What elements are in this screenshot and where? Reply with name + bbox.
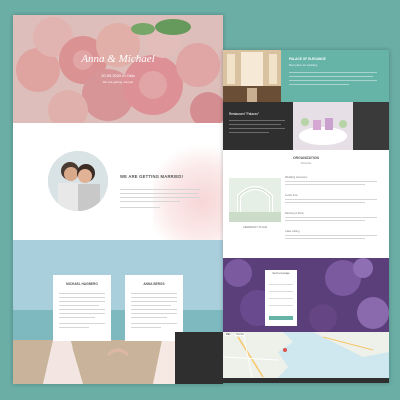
profile-text-line: [59, 323, 105, 325]
profile-text-line: [131, 305, 171, 307]
intro-text-line: [120, 197, 200, 199]
lilac-photo: [223, 258, 389, 332]
couple-names: Anna & Michael: [81, 53, 155, 65]
hero-section: Anna & Michael 20.09.2020 in Oslo We are…: [13, 15, 223, 123]
restaurant-text-line: [229, 120, 285, 122]
venue-subtitle: Best place for wedding: [289, 63, 318, 67]
schedule-text-line: [285, 235, 377, 237]
roses-image: [13, 15, 223, 123]
schedule-text-line: [285, 181, 377, 183]
profile-text-line: [131, 297, 177, 299]
organization-subheading: Schedule: [300, 162, 312, 165]
profile-text-line: [59, 313, 105, 315]
table-photo: [293, 102, 353, 150]
schedule-item-title: Dancing & Party: [285, 212, 304, 215]
restaurant-text-line: [229, 132, 269, 134]
intro-text-line: [120, 201, 180, 203]
schedule-text-line: [285, 220, 365, 222]
intro-text-line: [120, 193, 198, 195]
schedule-item-title: Cake cutting: [285, 230, 300, 233]
map-section[interactable]: Map Satellite: [223, 332, 389, 383]
name-field[interactable]: [269, 281, 293, 285]
hero-tagline: We are getting married: [102, 80, 134, 84]
message-field[interactable]: [269, 302, 293, 306]
organization-heading: ORGANIZATION: [293, 156, 319, 160]
profile-text-line: [131, 309, 177, 311]
profile-text-line: [59, 327, 89, 329]
profile-text-line: [131, 313, 177, 315]
profile-text-line: [59, 297, 105, 299]
couple-photo: [48, 151, 108, 211]
profile-text-line: [131, 301, 177, 303]
venue-text-line: [289, 84, 349, 86]
schedule-item-title: Wedding ceremony: [285, 176, 308, 179]
send-button[interactable]: [269, 316, 293, 320]
venue-text-line: [289, 76, 373, 78]
wedding-date: 20.09.2020 in Oslo: [101, 73, 135, 78]
schedule-text-line: [285, 217, 377, 219]
intro-section: WE ARE GETTING MARRIED!: [13, 123, 223, 240]
map-image: [223, 332, 389, 383]
restaurant-title: Restaurant "Palazzo": [229, 112, 260, 116]
left-bottom-strip: [175, 332, 223, 384]
profile-text-line: [131, 293, 177, 295]
restaurant-panel: Restaurant "Palazzo": [223, 102, 293, 150]
intro-text-line: [120, 207, 160, 209]
schedule-text-line: [285, 184, 365, 186]
email-field[interactable]: [269, 288, 293, 292]
profile-text-line: [59, 301, 105, 303]
map-footer-bar: [223, 378, 389, 383]
profile-text-line: [59, 293, 105, 295]
intro-heading: WE ARE GETTING MARRIED!: [120, 174, 184, 179]
restaurant-text-line: [229, 124, 281, 126]
intro-text-line: [120, 189, 200, 191]
profile-name: MICHAEL HAGBERG: [66, 282, 98, 286]
schedule-text-line: [285, 199, 377, 201]
profile-name: ANNA BERGS: [143, 282, 165, 286]
arch-photo: [229, 178, 281, 222]
schedule-item-title: Lunch time: [285, 194, 298, 197]
venue-panel: PALACE OF ELEGANCE Best place for weddin…: [281, 50, 389, 102]
profile-text-line: [59, 305, 99, 307]
schedule-text-line: [285, 238, 365, 240]
church-photo: [223, 50, 281, 102]
organization-section: ORGANIZATION Schedule CEREMONY PLACE Wed…: [223, 150, 389, 258]
lilac-section: Send a message: [223, 258, 389, 332]
venue-text-line: [289, 72, 377, 74]
rsvp-form: Send a message: [265, 270, 297, 326]
dark-block: [353, 102, 389, 150]
satellite-tab[interactable]: Satellite: [235, 334, 246, 336]
profile-text-line: [131, 327, 161, 329]
venue-title: PALACE OF ELEGANCE: [289, 57, 326, 61]
rsvp-title: Send a message: [272, 273, 290, 275]
venue-text-line: [289, 80, 377, 82]
profile-text-line: [131, 323, 177, 325]
restaurant-text-line: [229, 128, 285, 130]
intro-bg-flowers: [153, 143, 223, 240]
profile-text-line: [59, 309, 105, 311]
profile-text-line: [59, 317, 95, 319]
profile-card: MICHAEL HAGBERG: [53, 275, 111, 341]
right-mockup: PALACE OF ELEGANCE Best place for weddin…: [223, 50, 389, 383]
left-mockup: Anna & Michael 20.09.2020 in Oslo We are…: [13, 15, 223, 384]
ceremony-caption: CEREMONY PLACE: [242, 226, 268, 229]
map-tab[interactable]: Map: [225, 334, 232, 336]
schedule-text-line: [285, 202, 365, 204]
guests-field[interactable]: [269, 295, 293, 299]
profile-text-line: [131, 317, 167, 319]
